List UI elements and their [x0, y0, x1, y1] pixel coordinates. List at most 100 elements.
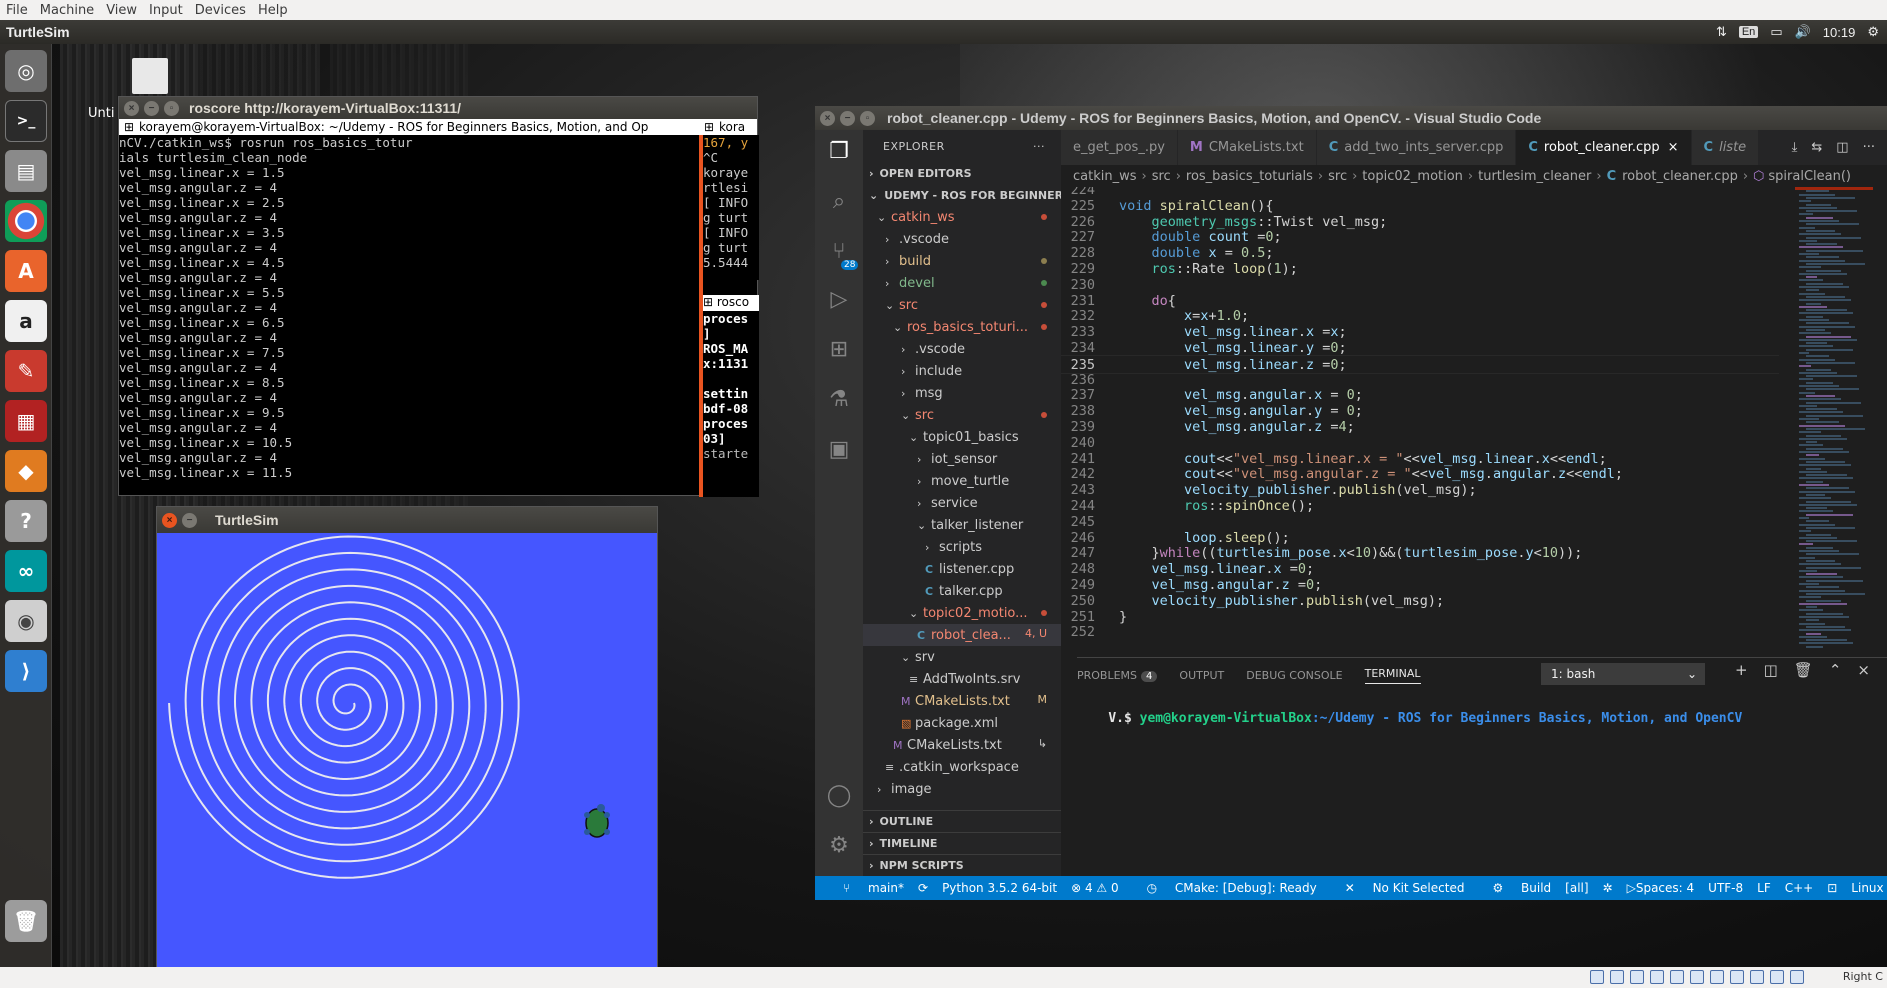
maximize-button[interactable]: ▫: [164, 100, 179, 116]
split-terminal-icon[interactable]: ◫: [1764, 661, 1778, 679]
terminal-tab-right[interactable]: kora: [719, 120, 745, 134]
volume-icon[interactable]: 🔊: [1795, 24, 1811, 40]
terminal-output-left[interactable]: nCV./catkin_ws$ rosrun ros_basics_totur i…: [119, 135, 699, 495]
amazon-icon[interactable]: a: [5, 300, 47, 342]
breadcrumb-item[interactable]: spiralClean(): [1768, 169, 1851, 184]
tree-item[interactable]: › service: [863, 492, 1061, 514]
minimap[interactable]: [1795, 187, 1873, 657]
tab-listener[interactable]: Cliste: [1691, 130, 1760, 165]
tree-item[interactable]: Ctalker.cpp: [863, 580, 1061, 602]
extensions-icon[interactable]: ⊞: [825, 336, 853, 364]
chrome-icon[interactable]: [5, 200, 47, 242]
eol-status[interactable]: LF: [1757, 881, 1771, 895]
testing-icon[interactable]: ⚗: [825, 386, 853, 414]
arduino-icon[interactable]: ∞: [5, 550, 47, 592]
menu-machine[interactable]: Machine: [34, 3, 100, 18]
code-line[interactable]: 252: [1061, 623, 1779, 642]
terminal-icon[interactable]: >_: [5, 100, 47, 142]
build-button[interactable]: ⚙ Build: [1478, 881, 1551, 895]
tab-e-get-pos[interactable]: e_get_pos_.py: [1061, 130, 1178, 165]
layout-icon[interactable]: ⊡: [1827, 881, 1837, 895]
workspace-switcher-icon[interactable]: ▦: [5, 400, 47, 442]
tree-item[interactable]: › image: [863, 778, 1061, 800]
tree-item[interactable]: Crobot_clea... 4, U: [863, 624, 1061, 646]
language-status[interactable]: C++: [1785, 881, 1814, 895]
breadcrumb-item[interactable]: robot_cleaner.cpp: [1622, 169, 1738, 184]
cmake-status[interactable]: ◷ CMake: [Debug]: Ready: [1133, 881, 1317, 895]
integrated-terminal[interactable]: V.$ yem@korayem-VirtualBox:~/Udemy - ROS…: [1077, 696, 1887, 726]
tree-item[interactable]: › move_turtle: [863, 470, 1061, 492]
network-icon[interactable]: [1650, 970, 1664, 984]
keyboard-capture-icon[interactable]: [1790, 970, 1804, 984]
tab-terminal[interactable]: TERMINAL: [1364, 667, 1421, 684]
tree-item[interactable]: ⌄ topic01_basics: [863, 426, 1061, 448]
mouse-integration-icon[interactable]: [1770, 970, 1784, 984]
trash-icon[interactable]: 🗑: [5, 900, 47, 942]
tree-item[interactable]: › devel: [863, 272, 1061, 294]
tree-item[interactable]: ⌄ topic02_motio...: [863, 602, 1061, 624]
desktop-file-icon[interactable]: [132, 58, 168, 94]
menu-input[interactable]: Input: [143, 3, 189, 18]
tree-item[interactable]: ⌄ ros_basics_toturi...: [863, 316, 1061, 338]
display-icon[interactable]: [1710, 970, 1724, 984]
tree-item[interactable]: › msg: [863, 382, 1061, 404]
turtlesim-canvas[interactable]: [157, 533, 657, 968]
files-icon[interactable]: ▤: [5, 150, 47, 192]
desktop-file-label[interactable]: Unti: [88, 106, 114, 121]
breadcrumb-item[interactable]: catkin_ws: [1073, 169, 1137, 184]
npm-scripts-section[interactable]: › NPM SCRIPTS: [863, 854, 1061, 876]
tree-item[interactable]: › build: [863, 250, 1061, 272]
cpu-icon[interactable]: [1750, 970, 1764, 984]
disc-icon[interactable]: ◉: [5, 600, 47, 642]
tree-item[interactable]: Clistener.cpp: [863, 558, 1061, 580]
menu-help[interactable]: Help: [252, 3, 294, 18]
vscode-icon[interactable]: ⟩: [5, 650, 47, 692]
explorer-icon[interactable]: ❐: [825, 138, 853, 166]
tree-item[interactable]: › .vscode: [863, 338, 1061, 360]
manage-gear-icon[interactable]: ⚙: [825, 832, 853, 860]
minimize-button[interactable]: −: [182, 512, 197, 528]
tree-item[interactable]: ≡ .catkin_workspace: [863, 756, 1061, 778]
optical-drive-icon[interactable]: [1610, 970, 1624, 984]
clock[interactable]: 10:19: [1823, 25, 1856, 40]
battery-icon[interactable]: ▭: [1770, 24, 1782, 40]
breadcrumb-item[interactable]: ros_basics_toturials: [1186, 169, 1313, 184]
keyboard-layout[interactable]: En: [1738, 26, 1759, 38]
ubuntu-dash-icon[interactable]: ◎: [5, 50, 47, 92]
tree-item[interactable]: ▧ package.xml: [863, 712, 1061, 734]
tab-add-two-ints-server[interactable]: Cadd_two_ints_server.cpp: [1316, 130, 1517, 165]
tab-robot-cleaner[interactable]: Crobot_cleaner.cpp ×: [1516, 130, 1692, 165]
software-center-icon[interactable]: A: [5, 250, 47, 292]
split-editor-icon[interactable]: ◫: [1836, 140, 1848, 155]
workspace-section[interactable]: ⌄ UDEMY - ROS FOR BEGINNERS ...: [863, 184, 1061, 206]
close-panel-icon[interactable]: ×: [1857, 661, 1870, 679]
menu-devices[interactable]: Devices: [189, 3, 252, 18]
tree-item[interactable]: › .vscode: [863, 228, 1061, 250]
build-target[interactable]: [all]: [1565, 881, 1588, 895]
os-status[interactable]: Linux: [1851, 881, 1883, 895]
tree-item[interactable]: › include: [863, 360, 1061, 382]
tree-item[interactable]: ⌄ catkin_ws: [863, 206, 1061, 228]
breadcrumb-item[interactable]: src: [1328, 169, 1347, 184]
tree-item[interactable]: ⌄ talker_listener: [863, 514, 1061, 536]
more-actions-icon[interactable]: ···: [1863, 140, 1875, 155]
usb-icon[interactable]: [1670, 970, 1684, 984]
search-icon[interactable]: ⌕: [825, 188, 853, 216]
maximize-panel-icon[interactable]: ⌃: [1829, 661, 1842, 679]
tree-item[interactable]: › scripts: [863, 536, 1061, 558]
trash-icon[interactable]: 🗑: [1794, 661, 1813, 679]
close-tab-icon[interactable]: ×: [1668, 140, 1679, 155]
breadcrumb-item[interactable]: src: [1152, 169, 1171, 184]
recording-icon[interactable]: [1730, 970, 1744, 984]
sublime-text-icon[interactable]: ◆: [5, 450, 47, 492]
close-button[interactable]: ×: [820, 110, 835, 126]
timeline-section[interactable]: › TIMELINE: [863, 832, 1061, 854]
terminal-tab-roscore[interactable]: ⊞ rosco: [703, 295, 759, 311]
kit-status[interactable]: ✕ No Kit Selected: [1331, 881, 1465, 895]
compare-icon[interactable]: ⇆: [1811, 140, 1822, 155]
more-actions-icon[interactable]: ···: [1033, 140, 1045, 153]
maximize-button[interactable]: ▫: [860, 110, 875, 126]
tree-item[interactable]: M CMakeLists.txt ↳: [863, 734, 1061, 756]
outline-section[interactable]: › OUTLINE: [863, 810, 1061, 832]
new-terminal-icon[interactable]: +: [1735, 661, 1748, 679]
